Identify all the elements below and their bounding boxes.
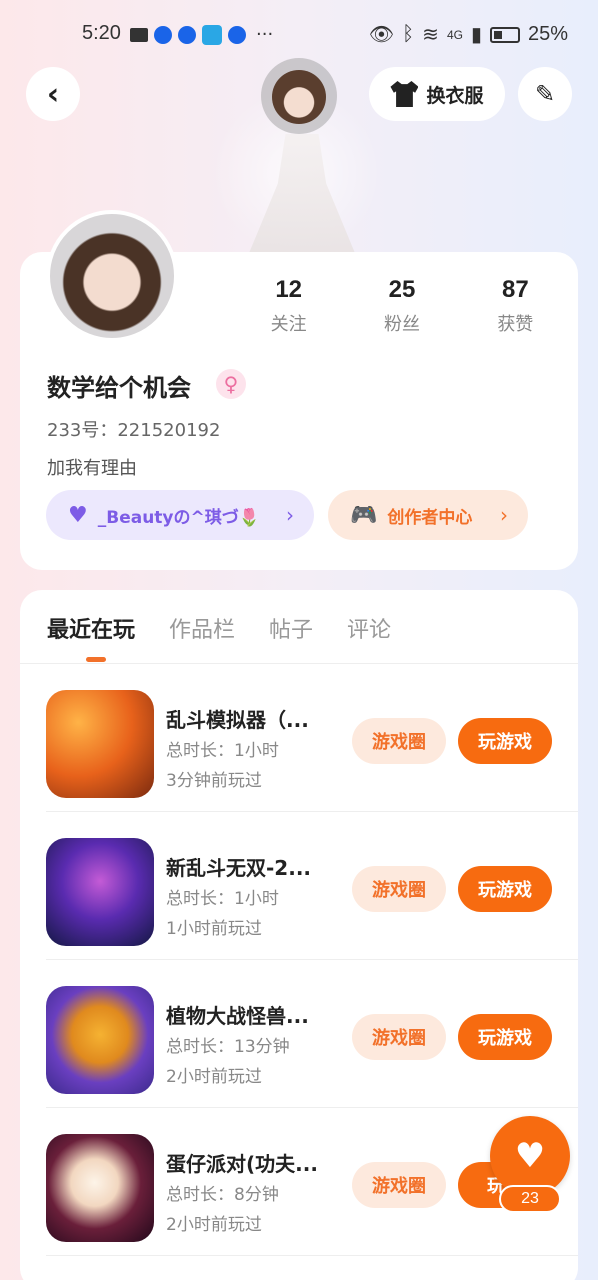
game-title: 蛋仔派对(功夫... [166,1152,318,1176]
female-gender-icon: ♀ [216,369,246,399]
search-app-icon [202,24,222,45]
tab-comments[interactable]: 评论 [347,612,391,644]
username: 数学给个机会 [47,374,191,402]
stat-followers[interactable]: 25 粉丝 [345,276,458,336]
game-row[interactable]: 植物大战怪兽... 总时长：13分钟 2小时前玩过 游戏圈 玩游戏 [20,960,578,1108]
bluetooth-icon: ᛒ [402,23,415,45]
game-last-played: 2小时前玩过 [166,1215,262,1235]
status-time: 5:20 [82,22,121,44]
change-outfit-button[interactable]: 换衣服 [369,67,505,121]
edit-icon: ✎ [534,80,556,108]
more-notifications-icon: ··· [256,24,274,45]
status-system-icons: 👁 ᛒ ≋ 4G ▮ 25% [369,22,568,47]
play-game-button[interactable]: 玩游戏 [458,718,552,764]
shirt-icon [390,81,419,107]
game-icon[interactable] [46,1134,154,1242]
chevron-right-icon: › [500,503,508,527]
creator-center-label: 创作者中心 [387,507,473,528]
stat-label: 获赞 [497,314,534,335]
game-duration: 总时长：13分钟 [166,1037,290,1057]
row-divider [46,1255,578,1256]
play-game-button[interactable]: 玩游戏 [458,866,552,912]
game-duration: 总时长：1小时 [166,741,279,761]
user-id: 233号：221520192 [47,420,221,441]
battery-percent: 25% [527,23,568,45]
game-row[interactable]: 新乱斗无双-2... 总时长：1小时 1小时前玩过 游戏圈 玩游戏 [20,812,578,960]
camera-icon [130,27,148,42]
avatar[interactable] [46,210,178,342]
game-duration: 总时长：1小时 [166,889,279,909]
signal-icon: ▮ [470,24,482,46]
stat-likes[interactable]: 87 获赞 [459,276,572,336]
game-last-played: 1小时前玩过 [166,919,262,939]
game-row[interactable]: 蛋仔派对(功夫... 总时长：8分钟 2小时前玩过 游戏圈 玩游 [20,1108,578,1256]
game-circle-button[interactable]: 游戏圈 [352,1014,446,1060]
eye-icon: 👁 [368,24,395,46]
profile-stats: 12 关注 25 粉丝 87 获赞 [232,276,572,336]
stat-value: 87 [501,276,529,303]
game-title: 乱斗模拟器（... [166,708,309,732]
edit-profile-button[interactable]: ✎ [518,67,572,121]
stat-following[interactable]: 12 关注 [232,276,345,336]
game-title: 新乱斗无双-2... [166,856,312,880]
stat-label: 粉丝 [383,314,420,335]
app-notification-icon [228,25,246,44]
game-circle-button[interactable]: 游戏圈 [352,1162,446,1208]
change-outfit-label: 换衣服 [426,84,484,107]
status-notification-icons: ··· [130,24,273,45]
profile-tabs: 最近在玩 作品栏 帖子 评论 [47,612,391,644]
game-icon[interactable] [46,690,154,798]
wifi-icon: ≋ [422,24,439,46]
heart-icon: ♥ [514,1136,546,1176]
game-duration: 总时长：8分钟 [166,1185,279,1205]
creator-center-button[interactable]: 🎮 创作者中心 › [328,490,528,540]
battery-icon [489,26,520,43]
game-last-played: 3分钟前玩过 [166,771,262,791]
back-button[interactable]: ‹ [26,67,80,121]
game-icon[interactable] [46,838,154,946]
avatar-3d-figure [212,58,382,258]
chevron-right-icon: › [286,503,294,527]
stat-value: 12 [275,276,303,303]
stat-label: 关注 [270,314,307,335]
play-game-button[interactable]: 玩游戏 [458,1014,552,1060]
gamepad-icon: 🎮 [350,502,378,528]
game-title: 植物大战怪兽... [166,1004,309,1028]
tab-recently-played[interactable]: 最近在玩 [47,612,135,644]
active-tab-indicator [86,657,106,662]
like-count-badge: 23 [499,1185,561,1213]
game-last-played: 2小时前玩过 [166,1067,262,1087]
user-bio: 加我有理由 [47,458,137,479]
heart-icon: ♥ [68,502,88,528]
figure-head [272,70,326,124]
game-icon[interactable] [46,986,154,1094]
beauty-tag-label: _Beautyの^琪づ🌷 [97,507,260,528]
game-circle-button[interactable]: 游戏圈 [352,866,446,912]
beauty-tag-button[interactable]: ♥ _Beautyの^琪づ🌷 › [46,490,314,540]
app-notification-icon [154,25,172,44]
game-circle-button[interactable]: 游戏圈 [352,718,446,764]
tab-posts[interactable]: 帖子 [269,612,313,644]
app-notification-icon [178,25,196,44]
tab-works[interactable]: 作品栏 [169,612,235,644]
network-type: 4G [446,27,463,42]
like-fab-button[interactable]: ♥ [490,1116,570,1196]
back-icon: ‹ [46,76,60,112]
stat-value: 25 [388,276,416,303]
game-row[interactable]: 乱斗模拟器（... 总时长：1小时 3分钟前玩过 游戏圈 玩游戏 [20,664,578,812]
